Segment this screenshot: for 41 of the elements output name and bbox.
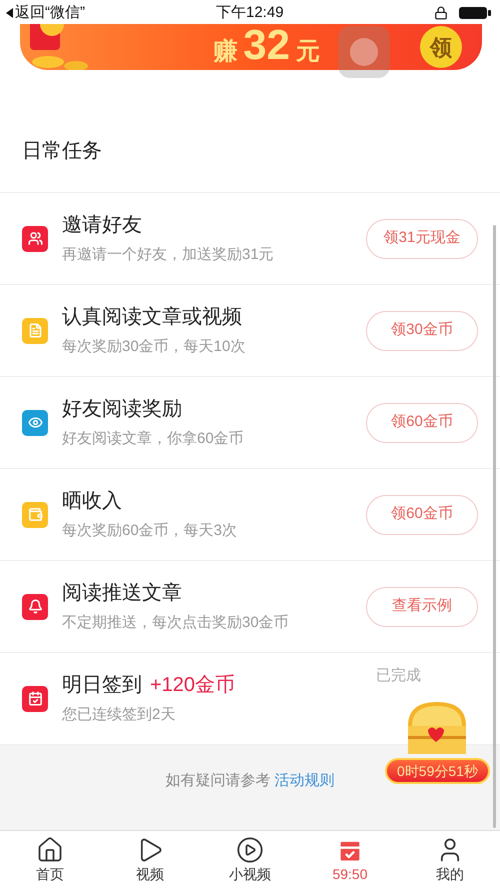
help-text: 如有疑问请参考 活动规则 — [165, 771, 335, 792]
claim-button[interactable]: 领60金币 — [366, 494, 478, 534]
completed-label: 已完成 — [376, 666, 421, 686]
task-description: 好友阅读文章，你拿60金币 — [62, 429, 245, 450]
task-description: 您已连续签到2天 — [62, 705, 176, 726]
task-title: 明日签到 — [62, 673, 142, 698]
banner-amount: 32 — [243, 24, 290, 66]
back-arrow-icon[interactable] — [6, 8, 13, 18]
bonus-amount: +120金币 — [150, 673, 236, 698]
nav-tab[interactable]: 59:50 — [300, 831, 400, 889]
claim-coin[interactable]: 领 — [420, 26, 462, 68]
task-title: 阅读推送文章 — [62, 581, 182, 606]
claim-button[interactable]: 领30金币 — [366, 310, 478, 350]
battery-icon — [458, 6, 492, 20]
task-description: 不定期推送，每次点击奖励30金币 — [62, 613, 290, 634]
banner-unit: 元 — [296, 37, 320, 67]
section-title: 日常任务 — [22, 139, 102, 164]
nav-tab[interactable]: 视频 — [100, 831, 200, 889]
task-description: 每次奖励60金币，每天3次 — [62, 521, 238, 542]
rules-link[interactable]: 活动规则 — [274, 772, 335, 790]
promo-banner[interactable]: 赚 32 元 领 — [20, 24, 482, 70]
assistive-touch-button[interactable] — [338, 26, 390, 78]
claim-button[interactable]: 领31元现金 — [366, 218, 478, 258]
status-time: 下午12:49 — [216, 2, 284, 23]
claim-button[interactable]: 查看示例 — [366, 586, 478, 626]
task-title: 晒收入 — [62, 489, 122, 514]
play-circle-icon — [236, 836, 264, 864]
banner-text: 赚 — [213, 37, 238, 67]
nav-tab[interactable]: 首页 — [0, 831, 100, 889]
back-link[interactable]: 返回“微信” — [15, 2, 85, 24]
nav-tab[interactable]: 小视频 — [200, 831, 300, 889]
task-description: 再邀请一个好友，加送奖励31元 — [62, 245, 275, 266]
task-description: 每次奖励30金币，每天10次 — [62, 337, 246, 358]
task-title: 认真阅读文章或视频 — [62, 305, 242, 330]
rotation-lock-icon — [434, 6, 448, 20]
home-icon — [36, 836, 64, 864]
nav-tab[interactable]: 我的 — [400, 831, 500, 889]
countdown-badge: 0时59分51秒 — [385, 758, 490, 784]
task-title: 好友阅读奖励 — [62, 397, 182, 422]
claim-button[interactable]: 领60金币 — [366, 402, 478, 442]
task-title: 邀请好友 — [62, 213, 142, 238]
